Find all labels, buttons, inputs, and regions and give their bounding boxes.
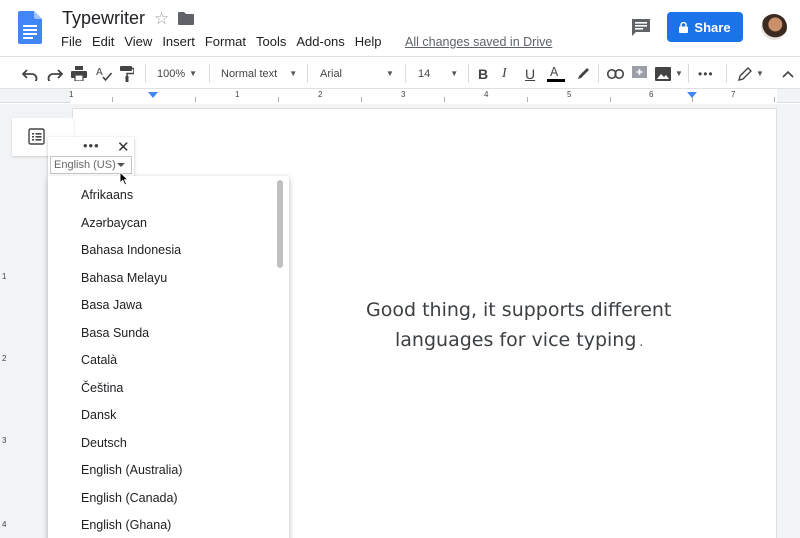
menu-format[interactable]: Format xyxy=(200,34,251,50)
bold-icon[interactable]: B xyxy=(478,65,488,82)
left-indent-marker[interactable] xyxy=(148,92,158,98)
language-dropdown[interactable]: Afrikaans Azərbaycan Bahasa Indonesia Ba… xyxy=(48,176,289,538)
language-option[interactable]: Bahasa Melayu xyxy=(81,271,167,285)
underline-icon[interactable]: U xyxy=(525,65,535,82)
italic-icon[interactable]: I xyxy=(502,65,507,82)
menu-view[interactable]: View xyxy=(119,34,157,50)
folder-icon[interactable] xyxy=(178,12,194,25)
collapse-icon[interactable] xyxy=(782,65,794,82)
ruler-mark: 5 xyxy=(567,90,572,99)
menu-bar: File Edit View Insert Format Tools Add-o… xyxy=(56,34,387,50)
style-select[interactable]: Normal text ▼ xyxy=(221,65,297,82)
document-title[interactable]: Typewriter xyxy=(62,8,145,29)
zoom-value: 100% xyxy=(157,67,186,80)
language-option[interactable]: Čeština xyxy=(81,381,123,395)
star-icon[interactable]: ☆ xyxy=(154,9,169,29)
ruler-mark: 2 xyxy=(318,90,323,99)
menu-help[interactable]: Help xyxy=(350,34,387,50)
more-icon[interactable]: ••• xyxy=(698,65,714,82)
menu-tools[interactable]: Tools xyxy=(251,34,291,50)
menu-edit[interactable]: Edit xyxy=(87,34,119,50)
font-value: Arial xyxy=(320,67,343,80)
language-option[interactable]: Basa Sunda xyxy=(81,326,149,340)
mouse-cursor-icon xyxy=(119,171,129,186)
svg-text:A: A xyxy=(550,65,559,79)
language-option[interactable]: Català xyxy=(81,353,117,367)
share-label: Share xyxy=(694,19,731,35)
lock-icon xyxy=(679,21,689,33)
more-icon[interactable]: ••• xyxy=(83,138,100,153)
chevron-down-icon: ▼ xyxy=(386,69,394,78)
link-icon[interactable] xyxy=(607,65,624,82)
dropdown-scrollbar[interactable] xyxy=(277,180,283,268)
language-option[interactable]: Dansk xyxy=(81,408,116,422)
outline-icon[interactable] xyxy=(28,128,45,145)
spellcheck-icon[interactable]: A xyxy=(96,65,112,82)
language-option[interactable]: English (Australia) xyxy=(81,463,182,477)
font-size-value: 14 xyxy=(418,67,431,80)
undo-icon[interactable] xyxy=(22,65,38,82)
title-bar: Typewriter ☆ File Edit View Insert Forma… xyxy=(0,0,800,56)
chevron-down-icon: ▼ xyxy=(756,69,764,78)
comment-icon[interactable] xyxy=(630,17,652,37)
language-option[interactable]: Deutsch xyxy=(81,436,127,450)
language-option[interactable]: Azərbaycan xyxy=(81,216,147,230)
menu-insert[interactable]: Insert xyxy=(157,34,200,50)
ruler-mark: 2 xyxy=(2,354,7,363)
document-body-text[interactable]: Good thing, it supports different langua… xyxy=(366,295,696,357)
toolbar: A 100% ▼ Normal text ▼ Arial ▼ 14 ▼ B I U A … xyxy=(0,56,800,89)
redo-icon[interactable] xyxy=(47,65,63,82)
text-color-icon[interactable]: A xyxy=(547,65,565,82)
font-select[interactable]: Arial ▼ xyxy=(320,65,394,82)
paint-format-icon[interactable] xyxy=(120,65,134,82)
chevron-down-icon: ▼ xyxy=(189,69,198,78)
language-option[interactable]: English (Ghana) xyxy=(81,518,171,532)
body-line-1: Good thing, it supports different xyxy=(366,299,672,321)
ruler-mark: 1 xyxy=(2,272,7,281)
right-indent-marker[interactable] xyxy=(687,92,697,98)
language-select-value: English (US) xyxy=(54,159,116,171)
ruler-mark: 4 xyxy=(484,90,489,99)
language-option[interactable]: English (Canada) xyxy=(81,491,178,505)
menu-file[interactable]: File xyxy=(56,34,87,50)
ruler-mark: 1 xyxy=(235,90,240,99)
ruler-mark: 1 xyxy=(69,90,74,99)
print-icon[interactable] xyxy=(71,65,87,82)
add-comment-icon[interactable] xyxy=(632,65,647,82)
chevron-down-icon: ▼ xyxy=(289,69,298,78)
share-button[interactable]: Share xyxy=(667,12,743,42)
ruler-mark: 6 xyxy=(649,90,654,99)
ruler-mark: 4 xyxy=(2,520,7,529)
font-size-select[interactable]: 14 ▼ xyxy=(418,65,458,82)
save-status[interactable]: All changes saved in Drive xyxy=(405,35,552,49)
language-option[interactable]: Basa Jawa xyxy=(81,298,142,312)
ruler-mark: 7 xyxy=(731,90,736,99)
edit-mode-icon[interactable]: ▼ xyxy=(738,65,764,82)
chevron-down-icon xyxy=(117,163,125,167)
image-icon[interactable]: ▼ xyxy=(655,65,683,82)
style-value: Normal text xyxy=(221,67,278,80)
chevron-down-icon: ▼ xyxy=(675,69,683,78)
close-icon[interactable]: ✕ xyxy=(117,138,130,156)
chevron-down-icon: ▼ xyxy=(450,69,459,78)
language-option[interactable]: Afrikaans xyxy=(81,188,133,202)
docs-logo[interactable] xyxy=(18,11,42,44)
language-option[interactable]: Bahasa Indonesia xyxy=(81,243,181,257)
ruler-mark: 3 xyxy=(2,436,7,445)
menu-addons[interactable]: Add-ons xyxy=(291,34,349,50)
zoom-select[interactable]: 100% ▼ xyxy=(157,65,197,82)
ruler-mark: 3 xyxy=(401,90,406,99)
body-line-2: languages for vice typing. xyxy=(395,329,644,351)
avatar[interactable] xyxy=(761,14,787,40)
vertical-ruler[interactable]: 1 2 3 4 xyxy=(0,104,12,538)
horizontal-ruler[interactable]: 1 1 2 3 4 5 6 7 xyxy=(0,89,800,103)
svg-text:A: A xyxy=(96,67,103,78)
highlight-icon[interactable] xyxy=(576,65,590,82)
